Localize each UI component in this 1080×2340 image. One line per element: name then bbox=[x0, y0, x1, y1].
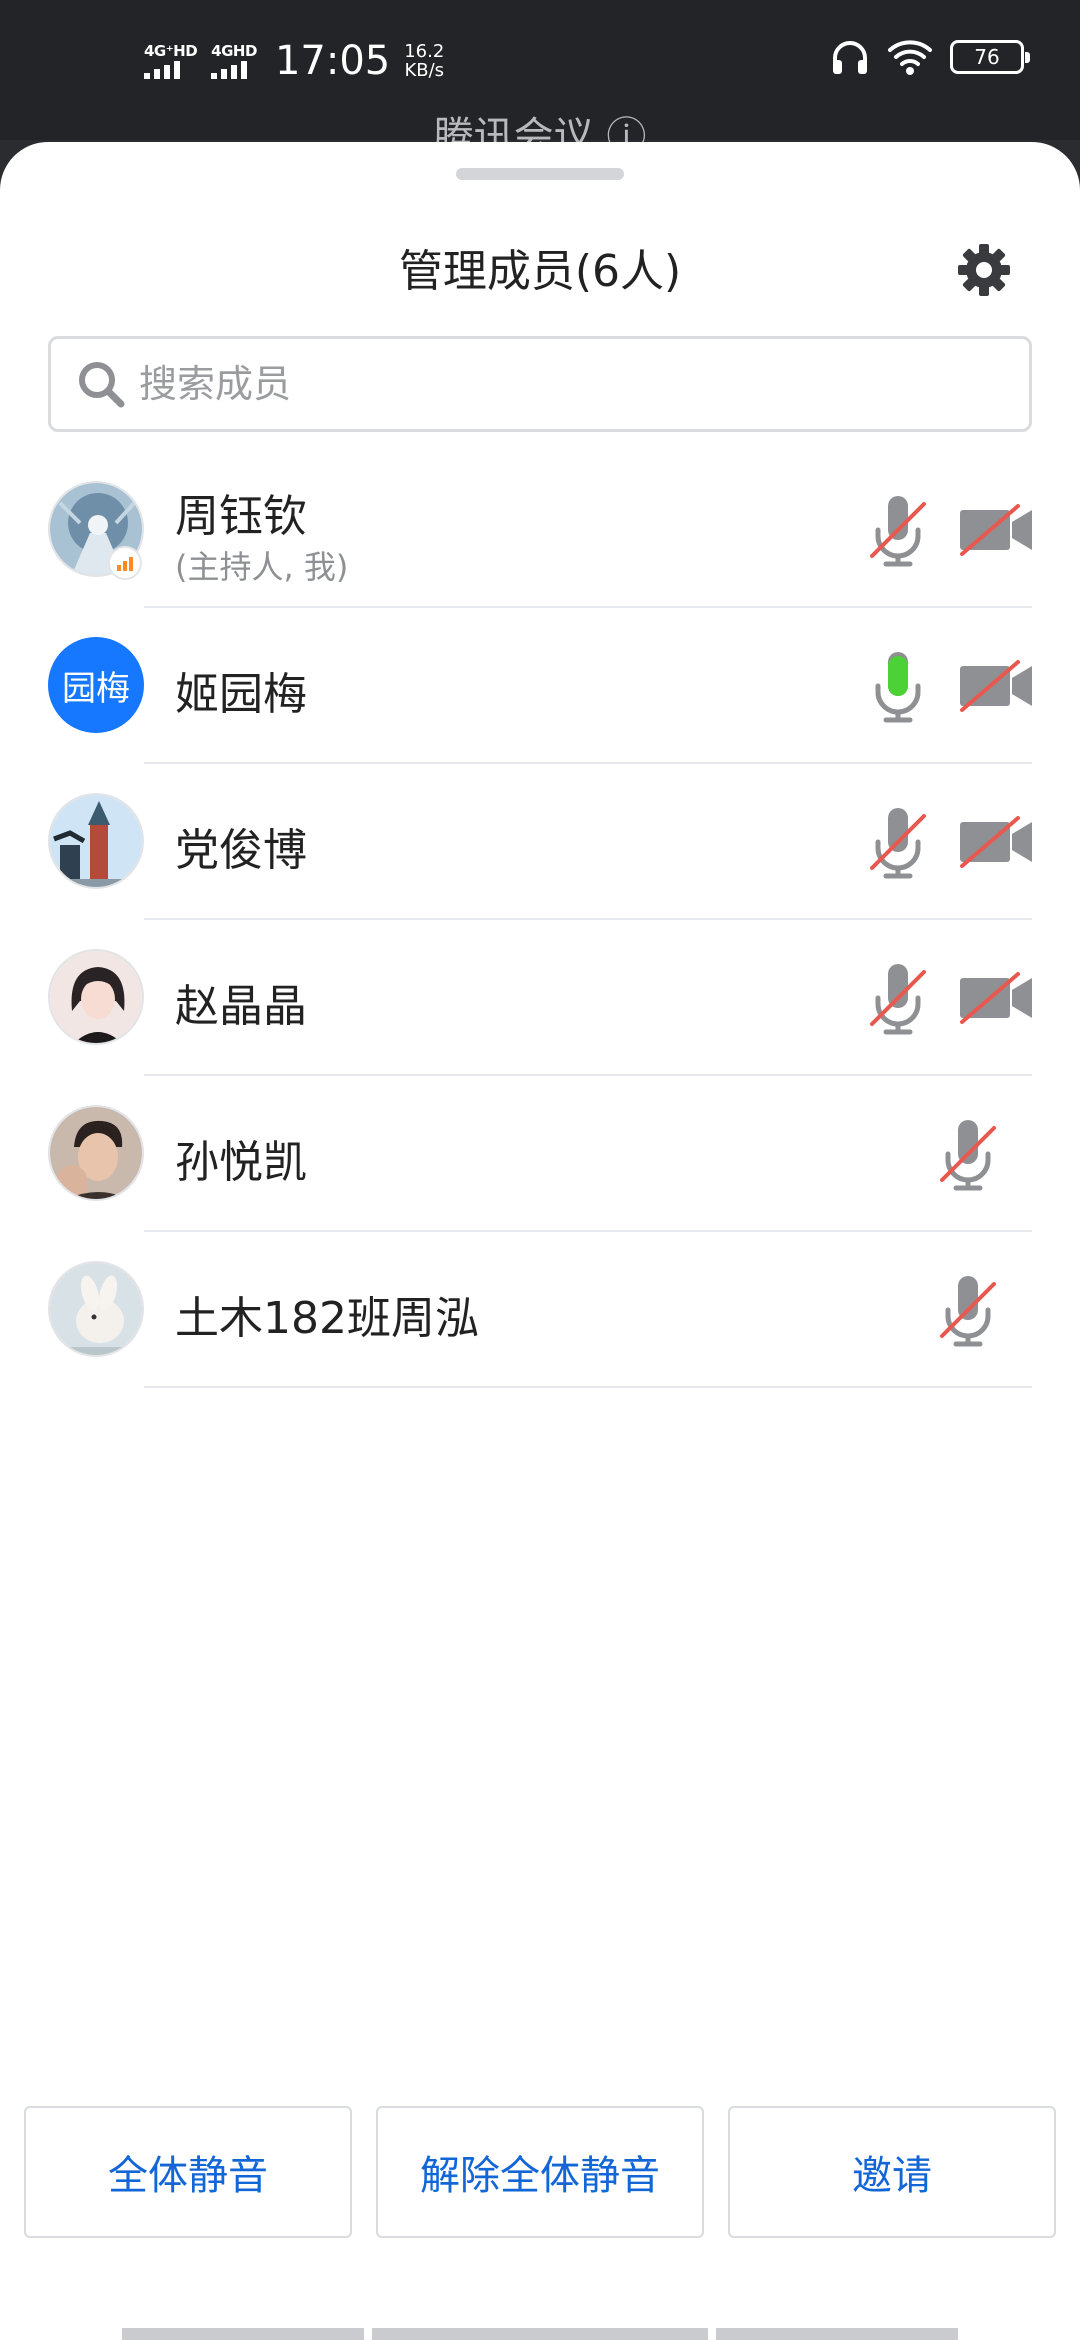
member-role: (主持人, 我) bbox=[175, 548, 349, 586]
member-row[interactable]: 赵晶晶 bbox=[0, 920, 1080, 1076]
network-speed: 16.2 KB/s bbox=[404, 41, 445, 81]
invite-button[interactable]: 邀请 bbox=[728, 2106, 1056, 2238]
camera-off-icon bbox=[960, 816, 1032, 868]
search-icon bbox=[79, 362, 125, 408]
mic-muted-button[interactable] bbox=[928, 1116, 1008, 1192]
camera-off-icon bbox=[960, 504, 1032, 556]
action-bar: 全体静音 解除全体静音 邀请 bbox=[24, 2106, 1056, 2238]
settings-button[interactable] bbox=[948, 230, 1020, 310]
member-name: 党俊博 bbox=[175, 825, 307, 876]
mic-muted-button[interactable] bbox=[858, 492, 938, 568]
battery-icon: 76 bbox=[950, 40, 1030, 74]
member-name: 土木182班周泓 bbox=[175, 1293, 479, 1344]
avatar-image bbox=[50, 795, 142, 887]
avatar bbox=[48, 1105, 144, 1201]
camera-off-button[interactable] bbox=[956, 492, 1036, 568]
avatar-image bbox=[50, 1263, 142, 1355]
mic-muted-icon bbox=[870, 964, 926, 1038]
mic-muted-icon bbox=[870, 496, 926, 570]
camera-off-icon bbox=[960, 660, 1032, 712]
unmute-all-button[interactable]: 解除全体静音 bbox=[376, 2106, 704, 2238]
member-row[interactable]: 周钰钦 (主持人, 我) bbox=[0, 452, 1080, 608]
status-time: 17:05 bbox=[274, 38, 391, 84]
drag-handle[interactable] bbox=[456, 168, 624, 180]
mic-muted-icon bbox=[870, 808, 926, 882]
row-divider bbox=[144, 1386, 1032, 1388]
avatar bbox=[48, 1261, 144, 1357]
avatar bbox=[48, 793, 144, 889]
avatar: 园梅 bbox=[48, 637, 144, 733]
member-name: 周钰钦 bbox=[175, 491, 307, 542]
member-row[interactable]: 孙悦凯 bbox=[0, 1076, 1080, 1232]
mic-active-icon bbox=[858, 652, 938, 726]
nav-indicator bbox=[716, 2328, 958, 2340]
mic-muted-icon bbox=[940, 1120, 996, 1194]
member-name: 姬园梅 bbox=[175, 669, 307, 720]
search-box[interactable] bbox=[48, 336, 1032, 432]
member-row[interactable]: 土木182班周泓 bbox=[0, 1232, 1080, 1388]
avatar bbox=[48, 949, 144, 1045]
member-name: 赵晶晶 bbox=[175, 981, 307, 1032]
mic-muted-button[interactable] bbox=[858, 804, 938, 880]
mic-muted-button[interactable] bbox=[928, 1272, 1008, 1348]
wifi-icon bbox=[888, 40, 932, 75]
camera-off-button[interactable] bbox=[956, 804, 1036, 880]
camera-off-button[interactable] bbox=[956, 648, 1036, 724]
mic-active-button[interactable] bbox=[858, 648, 938, 724]
panel-title: 管理成员(6人) bbox=[398, 246, 682, 297]
mic-muted-button[interactable] bbox=[858, 960, 938, 1036]
member-list: 周钰钦 (主持人, 我) 园梅 姬园梅 党俊博 赵晶晶 孙悦凯 土木182班周泓 bbox=[0, 452, 1080, 1388]
mute-all-button[interactable]: 全体静音 bbox=[24, 2106, 352, 2238]
camera-off-button[interactable] bbox=[956, 960, 1036, 1036]
speaking-indicator-icon bbox=[108, 546, 142, 580]
gear-icon bbox=[958, 244, 1010, 296]
headphones-icon bbox=[833, 41, 867, 74]
member-name: 孙悦凯 bbox=[175, 1137, 307, 1188]
nav-indicator bbox=[372, 2328, 708, 2340]
mic-muted-icon bbox=[940, 1276, 996, 1350]
avatar-image bbox=[50, 951, 142, 1043]
cellular-signal-2: 4GHD bbox=[211, 43, 257, 79]
avatar-image bbox=[50, 1107, 142, 1199]
cellular-signal-1: 4G⁺HD bbox=[144, 43, 198, 79]
member-row[interactable]: 党俊博 bbox=[0, 764, 1080, 920]
member-management-sheet: 管理成员(6人) 搜索成员 周钰钦 (主持人, 我) 园梅 姬园梅 党俊博 赵晶… bbox=[0, 142, 1080, 2340]
nav-indicator bbox=[122, 2328, 364, 2340]
search-input[interactable] bbox=[139, 362, 1019, 406]
camera-off-icon bbox=[960, 972, 1032, 1024]
member-row[interactable]: 园梅 姬园梅 bbox=[0, 608, 1080, 764]
